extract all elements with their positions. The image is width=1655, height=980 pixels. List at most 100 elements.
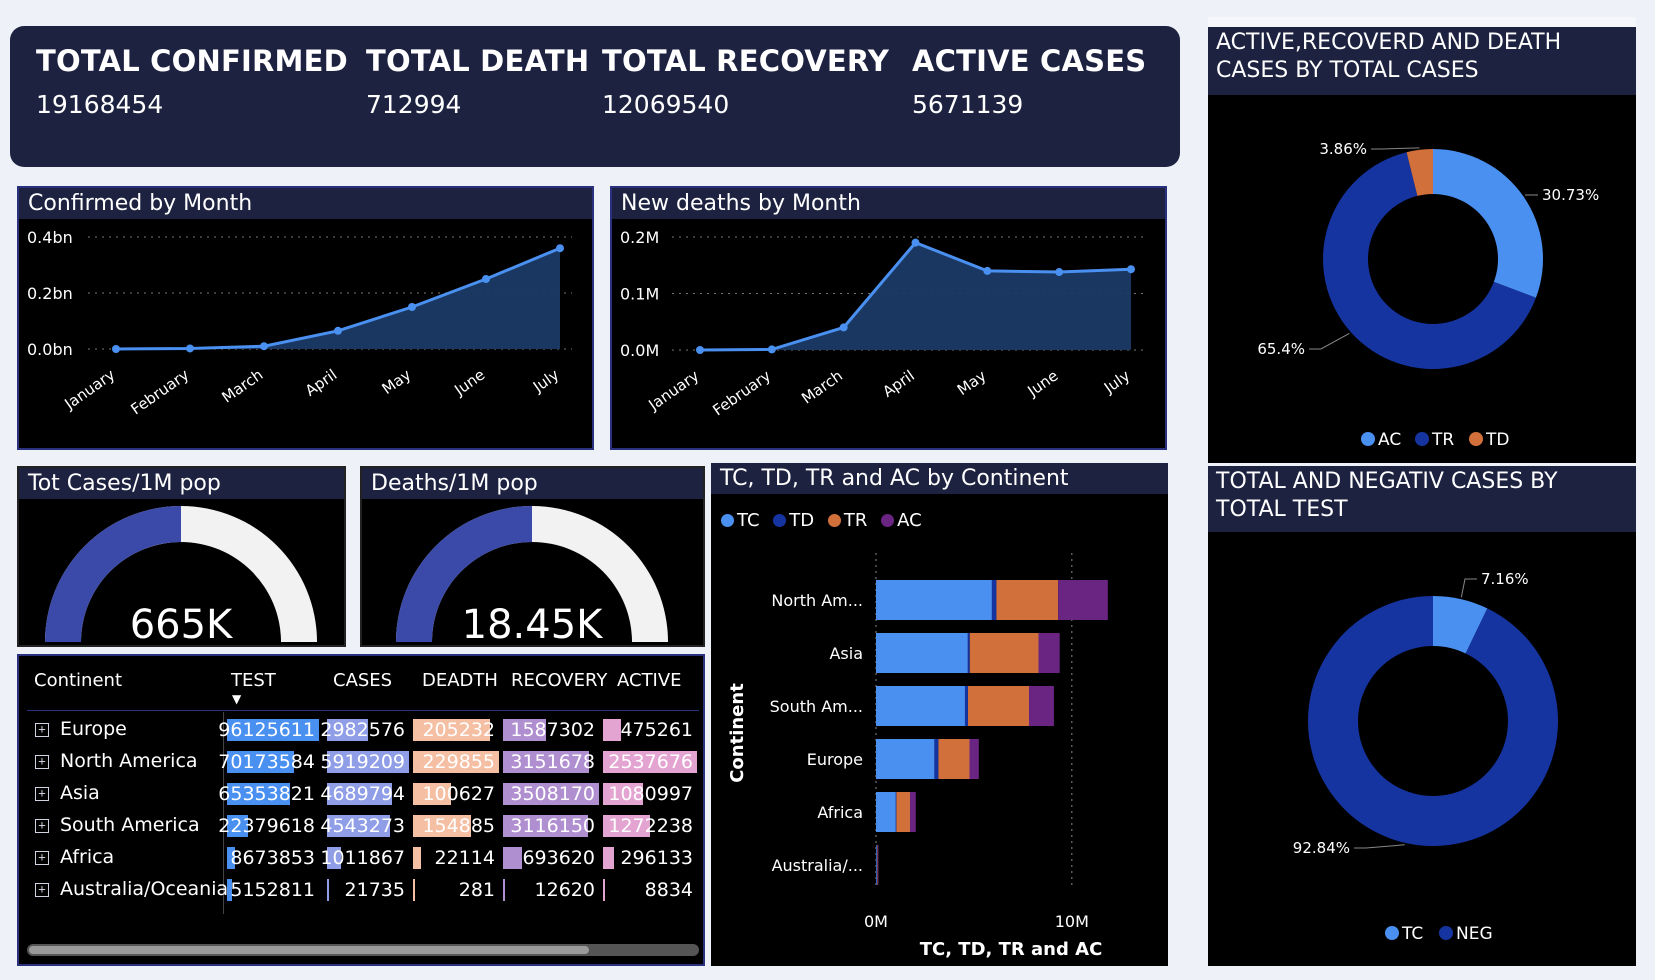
- table-row[interactable]: + Asia 65353821 4689794 100627 3508170 1080997: [27, 778, 699, 810]
- title-line: CASES BY TOTAL CASES: [1216, 58, 1479, 83]
- header-test[interactable]: TEST: [231, 670, 276, 691]
- legend-dot: [1415, 432, 1429, 446]
- table-row[interactable]: + Europe 96125611 2982576 205232 1587302 47526…: [27, 714, 699, 746]
- x-tick-label: March: [219, 366, 267, 407]
- expand-plus-icon[interactable]: +: [35, 787, 49, 801]
- table-row[interactable]: + South America 22379618 4543273 154885 31161…: [27, 810, 699, 842]
- legend-dot: [773, 514, 787, 527]
- gauge-deaths-panel[interactable]: Deaths/1M pop 18.45K: [360, 466, 705, 647]
- legend-label: TC: [737, 510, 760, 531]
- bar-segment: [934, 739, 939, 779]
- cell-value: 229855: [422, 751, 495, 773]
- cell-value: 3116150: [510, 815, 595, 837]
- x-tick-label: June: [1024, 367, 1062, 401]
- donut-bottom-chart[interactable]: 7.16% 92.84% TC NEG: [1208, 536, 1636, 962]
- cell-value: 100627: [422, 783, 495, 805]
- cell-active: 1080997: [603, 781, 697, 807]
- cell-value: 70173584: [218, 751, 315, 773]
- table-row[interactable]: + Africa 8673853 1011867 22114 693620 296133: [27, 842, 699, 874]
- kpi-total-confirmed[interactable]: TOTAL CONFIRMED 19168454: [36, 44, 348, 119]
- legend-dot: [1385, 926, 1399, 940]
- cell-active: 1272238: [603, 813, 697, 839]
- scrollbar-thumb[interactable]: [29, 946, 589, 954]
- continent-bar-chart[interactable]: North Am... Asia South Am... Europe Africa Au…: [711, 543, 1168, 966]
- cell-value: 1080997: [608, 783, 693, 805]
- y-tick-label: 0.4bn: [27, 228, 73, 247]
- data-point: [482, 275, 490, 283]
- confirmed-line-chart[interactable]: 0.0bn 0.2bn 0.4bn January February March April…: [19, 222, 592, 448]
- y-tick-label: 0.2bn: [27, 284, 73, 303]
- continent-bar-panel[interactable]: TC, TD, TR and AC by Continent TC TD TR …: [711, 463, 1168, 966]
- data-point: [186, 344, 194, 353]
- continent-table[interactable]: Continent TEST ▼ CASES DEADTH RECOVERY A…: [17, 654, 705, 966]
- category-label: North Am...: [771, 591, 863, 610]
- cell-value: 281: [458, 879, 495, 901]
- continent-name: Asia: [60, 782, 100, 804]
- header-active[interactable]: ACTIVE: [617, 670, 682, 691]
- expand-plus-icon[interactable]: +: [35, 883, 49, 897]
- cell-death: 22114: [413, 845, 499, 871]
- deaths-by-month-panel[interactable]: New deaths by Month 0.0M 0.1M 0.2M January F…: [610, 186, 1167, 450]
- leader-line: [1309, 332, 1350, 350]
- expand-plus-icon[interactable]: +: [35, 819, 49, 833]
- header-death[interactable]: DEADTH: [422, 670, 498, 691]
- cell-recovery: 3151678: [503, 749, 599, 775]
- legend-label: AC: [897, 510, 922, 531]
- y-tick-label: 0.0M: [620, 341, 659, 360]
- kpi-active-cases[interactable]: ACTIVE CASES 5671139: [912, 44, 1146, 119]
- continent-legend[interactable]: TC TD TR AC: [721, 510, 930, 531]
- cell-recovery: 693620: [503, 845, 599, 871]
- header-continent[interactable]: Continent: [34, 670, 122, 691]
- legend-item-ac[interactable]: AC: [881, 510, 922, 531]
- cell-value: 2537676: [608, 751, 693, 773]
- bar-segment: [896, 792, 910, 832]
- kpi-label: TOTAL RECOVERY: [602, 44, 890, 78]
- data-point: [334, 326, 342, 335]
- data-point: [556, 244, 564, 253]
- table-row[interactable]: + Australia/Oceania 5152811 21735 281 12620 88…: [27, 874, 699, 906]
- legend-item-td[interactable]: TD: [773, 510, 814, 531]
- kpi-total-death[interactable]: TOTAL DEATH 712994: [366, 44, 589, 119]
- donut-bottom-panel[interactable]: TOTAL AND NEGATIV CASES BY TOTAL TEST 7.…: [1208, 466, 1636, 966]
- bar-segment: [876, 580, 992, 620]
- category-label: Europe: [807, 750, 863, 769]
- cell-test: 5152811: [227, 877, 319, 903]
- cell-value: 65353821: [218, 783, 315, 805]
- bar-segment: [967, 633, 970, 673]
- cell-value: 5919209: [320, 751, 405, 773]
- header-recovery[interactable]: RECOVERY: [511, 670, 607, 691]
- donut-top-chart[interactable]: 30.73% 65.4% 3.86% AC TR TD: [1208, 101, 1636, 463]
- cell-value: 3508170: [510, 783, 595, 805]
- expand-plus-icon[interactable]: +: [35, 755, 49, 769]
- donut-slice: [1308, 596, 1558, 846]
- legend-item-tr[interactable]: TR: [827, 510, 867, 531]
- table-row[interactable]: + North America 70173584 5919209 229855 31516…: [27, 746, 699, 778]
- bar-segment: [964, 686, 969, 726]
- cell-recovery: 3508170: [503, 781, 599, 807]
- cell-death: 100627: [413, 781, 499, 807]
- kpi-value: 12069540: [602, 90, 730, 119]
- x-tick-label: July: [529, 365, 562, 396]
- legend-item-tc[interactable]: TC: [721, 510, 760, 531]
- donut-top-panel[interactable]: ACTIVE,RECOVERD AND DEATH CASES BY TOTAL…: [1208, 17, 1636, 463]
- data-bar: [503, 847, 522, 869]
- bar-segment: [938, 739, 970, 779]
- deaths-line-chart[interactable]: 0.0M 0.1M 0.2M January February March April May…: [612, 222, 1165, 448]
- sort-down-icon[interactable]: ▼: [232, 692, 241, 706]
- category-label: Australia/...: [772, 856, 863, 875]
- kpi-total-recovery[interactable]: TOTAL RECOVERY 12069540: [602, 44, 889, 119]
- expand-plus-icon[interactable]: +: [35, 723, 49, 737]
- cell-active: 296133: [603, 845, 697, 871]
- header-cases[interactable]: CASES: [333, 670, 392, 691]
- cell-recovery: 12620: [503, 877, 599, 903]
- horizontal-scrollbar[interactable]: [27, 944, 699, 956]
- confirmed-by-month-panel[interactable]: Confirmed by Month 0.0bn 0.2bn 0.4bn Januar…: [17, 186, 594, 450]
- expand-plus-icon[interactable]: +: [35, 851, 49, 865]
- gauge-cases-panel[interactable]: Tot Cases/1M pop 665K: [17, 466, 346, 647]
- data-point: [1127, 265, 1135, 274]
- bar-segment: [1038, 633, 1060, 673]
- panel-title: Tot Cases/1M pop: [19, 468, 344, 499]
- x-tick-label: 10M: [1055, 912, 1089, 931]
- gauge-deaths: 18.45K: [396, 506, 668, 645]
- cell-value: 296133: [620, 847, 693, 869]
